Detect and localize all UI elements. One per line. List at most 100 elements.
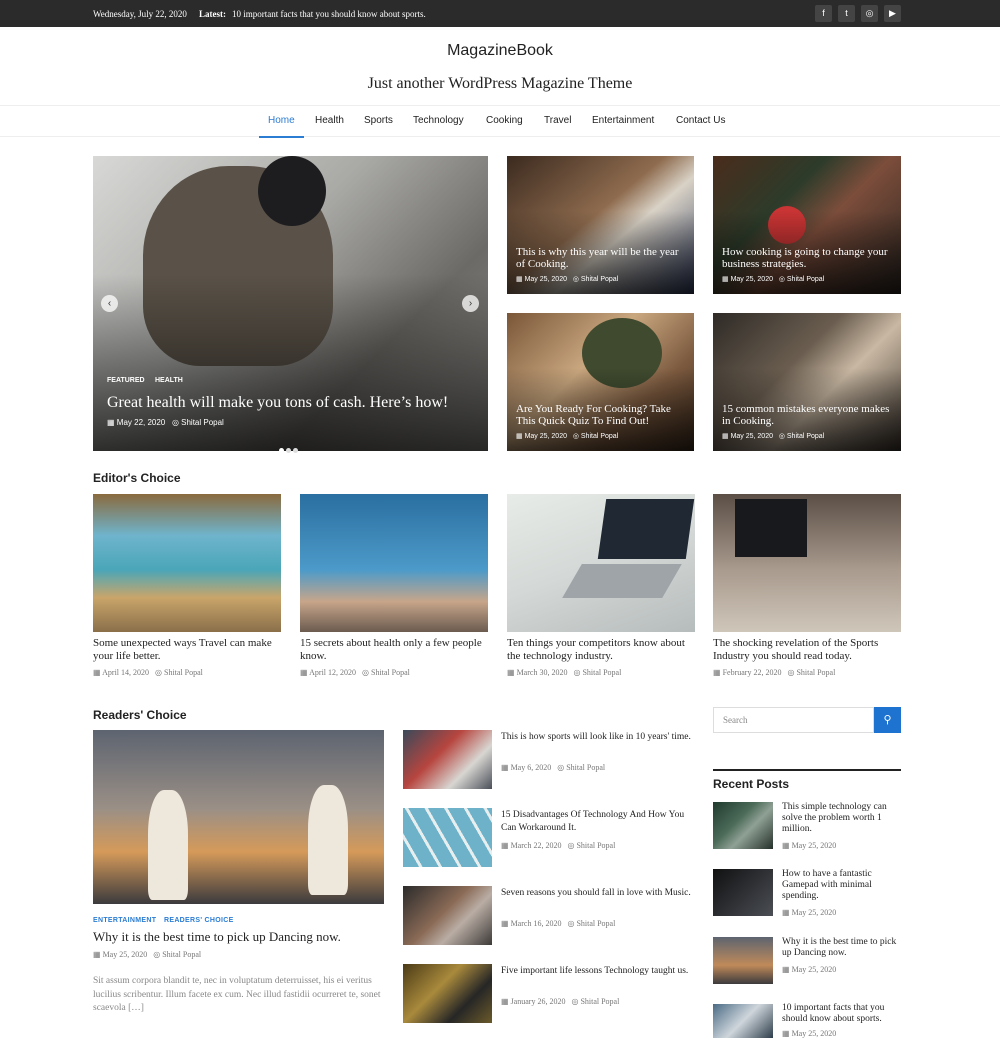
grid-post-title[interactable]: This is why this year will be the year o… [516, 246, 686, 270]
grid-post-title[interactable]: How cooking is going to change your busi… [722, 246, 892, 270]
editors-choice-image[interactable] [300, 494, 488, 632]
readers-choice-main-title[interactable]: Why it is the best time to pick up Danci… [93, 929, 393, 944]
calendar-icon: ▦ [93, 950, 103, 959]
editors-choice-meta: ▦ February 22, 2020 ◎ Shital Popal [713, 668, 836, 677]
nav-home[interactable]: Home [268, 115, 295, 126]
slider-post-meta: ▦ May 22, 2020 ◎ Shital Popal [107, 418, 224, 427]
nav-contact-us[interactable]: Contact Us [676, 115, 725, 126]
grid-post-image[interactable] [507, 313, 694, 451]
calendar-icon: ▦ [782, 908, 792, 917]
nav-travel[interactable]: Travel [544, 115, 571, 126]
post-author[interactable]: Shital Popal [181, 418, 224, 427]
editors-choice-meta: ▦ April 14, 2020 ◎ Shital Popal [93, 668, 203, 677]
editors-choice-heading: Editor's Choice [93, 471, 181, 485]
nav-sports[interactable]: Sports [364, 115, 393, 126]
recent-post-title[interactable]: This simple technology can solve the pro… [782, 802, 902, 835]
nav-entertainment[interactable]: Entertainment [592, 115, 654, 126]
latest-label: Latest: [199, 9, 226, 19]
recent-post-title[interactable]: Why it is the best time to pick up Danci… [782, 937, 902, 959]
readers-choice-list-title[interactable]: Seven reasons you should fall in love wi… [501, 887, 696, 900]
slider-prev-button[interactable]: ‹ [101, 295, 118, 312]
editors-choice-meta: ▦ April 12, 2020 ◎ Shital Popal [300, 668, 410, 677]
editors-choice-title[interactable]: The shocking revelation of the Sports In… [713, 637, 901, 662]
calendar-icon: ▦ [782, 1029, 792, 1038]
editors-choice-title[interactable]: Ten things your competitors know about t… [507, 637, 695, 662]
readers-choice-list-image[interactable] [403, 808, 492, 867]
recent-post-date: ▦ May 25, 2020 [782, 841, 837, 850]
editors-choice-meta: ▦ March 30, 2020 ◎ Shital Popal [507, 668, 622, 677]
readers-choice-list-meta: ▦ January 26, 2020 ◎ Shital Popal [501, 997, 620, 1006]
twitter-icon[interactable]: t [838, 5, 855, 22]
recent-post-date: ▦ May 25, 2020 [782, 1029, 837, 1038]
readers-choice-list-image[interactable] [403, 886, 492, 945]
grid-post-title[interactable]: 15 common mistakes everyone makes in Coo… [722, 403, 892, 427]
calendar-icon: ▦ [93, 668, 103, 677]
readers-choice-main-meta: ▦ May 25, 2020 ◎ Shital Popal [93, 950, 202, 959]
author-icon: ◎ [572, 433, 581, 440]
recent-post-image[interactable] [713, 802, 773, 849]
readers-choice-list-title[interactable]: 15 Disadvantages Of Technology And How Y… [501, 809, 696, 835]
slider-next-button[interactable]: › [462, 295, 479, 312]
author-icon: ◎ [778, 433, 787, 440]
facebook-icon[interactable]: f [815, 5, 832, 22]
nav-cooking[interactable]: Cooking [486, 115, 523, 126]
nav-technology[interactable]: Technology [413, 115, 464, 126]
readers-choice-list-title[interactable]: Five important life lessons Technology t… [501, 965, 696, 978]
search-button[interactable]: ⚲ [874, 707, 901, 733]
calendar-icon: ▦ [713, 668, 723, 677]
latest-news-link[interactable]: 10 important facts that you should know … [232, 9, 426, 19]
site-title[interactable]: MagazineBook [0, 42, 1000, 60]
search-input[interactable]: Search [713, 707, 874, 733]
author-icon: ◎ [557, 763, 567, 772]
calendar-icon: ▦ [501, 997, 511, 1006]
slider-category-featured[interactable]: FEATURED [107, 377, 145, 384]
editors-choice-image[interactable] [713, 494, 901, 632]
author-icon: ◎ [362, 668, 371, 677]
readers-choice-list-title[interactable]: This is how sports will look like in 10 … [501, 731, 696, 744]
recent-post-image[interactable] [713, 869, 773, 916]
main-navigation: Home Health Sports Technology Cooking Tr… [0, 105, 1000, 138]
latest-news: Latest: 10 important facts that you shoul… [199, 9, 426, 19]
post-date: May 22, 2020 [116, 418, 166, 427]
recent-posts-heading: Recent Posts [713, 777, 790, 791]
slider-pagination [279, 440, 300, 458]
editors-choice-title[interactable]: 15 secrets about health only a few peopl… [300, 637, 488, 662]
readers-choice-list-image[interactable] [403, 730, 492, 789]
grid-post-meta: ▦ May 25, 2020 ◎ Shital Popal [722, 276, 825, 283]
author-icon: ◎ [153, 950, 163, 959]
youtube-icon[interactable]: ▶ [884, 5, 901, 22]
top-bar: Wednesday, July 22, 2020 Latest: 10 impor… [0, 0, 1000, 27]
slider-category-health[interactable]: HEALTH [155, 377, 183, 384]
search-icon: ⚲ [883, 714, 892, 726]
recent-post-date: ▦ May 25, 2020 [782, 965, 837, 974]
calendar-icon: ▦ [501, 919, 511, 928]
calendar-icon: ▦ [722, 433, 731, 440]
grid-post-image[interactable] [713, 156, 901, 294]
calendar-icon: ▦ [516, 276, 525, 283]
recent-post-title[interactable]: How to have a fantastic Gamepad with min… [782, 869, 902, 902]
calendar-icon: ▦ [782, 841, 792, 850]
category-link-readers-choice[interactable]: READERS' CHOICE [164, 917, 234, 924]
calendar-icon: ▦ [507, 668, 517, 677]
grid-post-image[interactable] [507, 156, 694, 294]
recent-post-image[interactable] [713, 1004, 773, 1038]
category-link-entertainment[interactable]: ENTERTAINMENT [93, 917, 156, 924]
grid-post-image[interactable] [713, 313, 901, 451]
recent-post-date: ▦ May 25, 2020 [782, 908, 837, 917]
readers-choice-list-image[interactable] [403, 964, 492, 1023]
grid-post-title[interactable]: Are You Ready For Cooking? Take This Qui… [516, 403, 686, 427]
calendar-icon: ▦ [107, 418, 117, 427]
slider-post-title[interactable]: Great health will make you tons of cash.… [107, 394, 477, 412]
current-date: Wednesday, July 22, 2020 [93, 9, 187, 19]
recent-post-image[interactable] [713, 937, 773, 984]
readers-choice-excerpt: Sit assum corpora blandit te, nec in vol… [93, 976, 381, 1013]
instagram-icon[interactable]: ◎ [861, 5, 878, 22]
editors-choice-image[interactable] [93, 494, 281, 632]
readers-choice-main-image[interactable] [93, 730, 384, 904]
recent-post-title[interactable]: 10 important facts that you should know … [782, 1003, 902, 1025]
calendar-icon: ▦ [300, 668, 310, 677]
editors-choice-image[interactable] [507, 494, 695, 632]
editors-choice-title[interactable]: Some unexpected ways Travel can make you… [93, 637, 281, 662]
nav-health[interactable]: Health [315, 115, 344, 126]
readers-choice-list-meta: ▦ March 16, 2020 ◎ Shital Popal [501, 919, 616, 928]
